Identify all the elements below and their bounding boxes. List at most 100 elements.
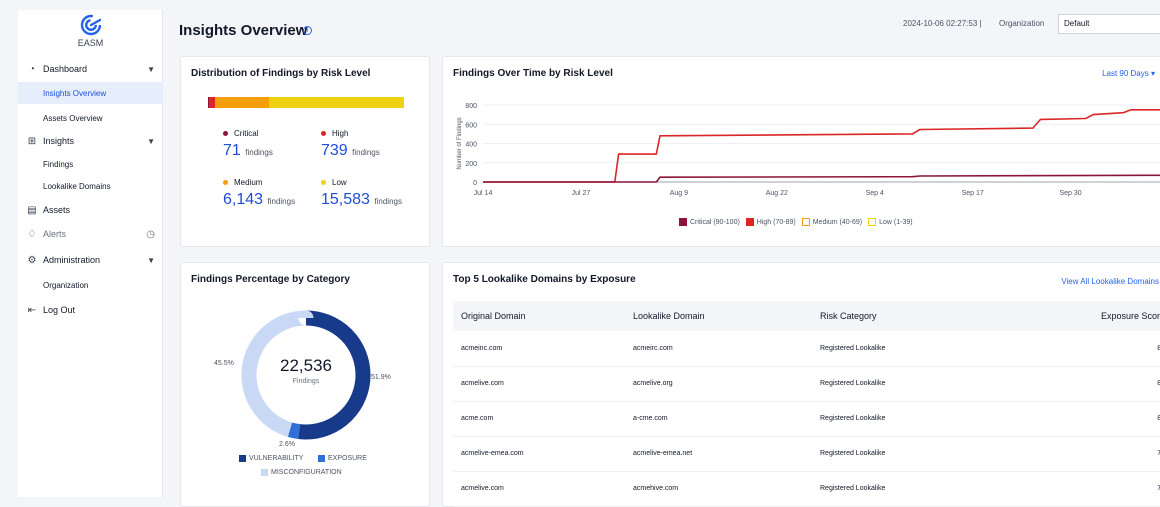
exposure-swatch (318, 455, 325, 462)
legend-medium[interactable]: Medium (40-69) (801, 218, 863, 226)
chevron-down-icon[interactable]: ▼ (147, 137, 155, 146)
exposure-score-cell: 79 (992, 436, 1160, 472)
nav-log-out[interactable]: ⇤ Log Out (18, 299, 163, 321)
sidebar: EASM ◔ Dashboard ▼ Insights Overview Ass… (18, 10, 163, 497)
chevron-down-icon[interactable]: ▼ (147, 65, 155, 74)
original-domain-cell: acmelive-emea.com (453, 436, 625, 472)
lookalike-domain-cell: acmelive-emea.net (625, 436, 812, 472)
medium-dot (223, 180, 228, 185)
low-label: Low (332, 178, 347, 187)
x-tick-label: Sep 17 (962, 190, 984, 197)
nav-alerts[interactable]: ♢ Alerts ◷ (18, 223, 163, 245)
legend-low[interactable]: Low (1-39) (868, 218, 913, 226)
legend-critical-swatch (679, 218, 687, 226)
critical-label: Critical (234, 129, 259, 138)
legend-medium-swatch (801, 218, 810, 226)
table-row[interactable]: acmelive-emea.com acmelive-emea.net Regi… (453, 436, 1160, 472)
legend-low-swatch (868, 218, 877, 226)
line-legend: Critical (90-100) High (70-89) Medium (4… (679, 218, 913, 226)
nav-insights[interactable]: ⊞ Insights ▼ (18, 130, 163, 152)
admin-icon: ⚙ (27, 254, 37, 266)
logo-text: EASM (77, 38, 104, 48)
risk-low: Low 15,583 findings (321, 178, 402, 209)
nav-insights-label: Insights (43, 136, 75, 146)
bell-icon: ♢ (27, 228, 37, 240)
risk-high: High 739 findings (321, 129, 380, 160)
col-risk-category[interactable]: Risk Category (812, 301, 992, 331)
over-time-card: Findings Over Time by Risk Level Last 90… (442, 56, 1160, 247)
medium-label: Medium (234, 178, 263, 187)
risk-category-cell: Registered Lookalike (812, 436, 992, 472)
legend-exposure[interactable]: EXPOSURE (318, 455, 367, 462)
y-tick-label: 400 (465, 142, 477, 149)
legend-vulnerability[interactable]: VULNERABILITY (239, 455, 303, 462)
y-tick-label: 200 (465, 161, 477, 168)
y-tick-label: 600 (465, 122, 477, 129)
nav-lookalike-domains[interactable]: Lookalike Domains (18, 175, 163, 197)
legend-exposure-label: EXPOSURE (328, 455, 367, 462)
page-title: Insights Overview (179, 22, 308, 39)
y-tick-label: 0 (473, 180, 477, 187)
x-tick-label: Sep 30 (1060, 190, 1082, 197)
critical-unit: findings (245, 148, 273, 157)
nav-administration[interactable]: ⚙ Administration ▼ (18, 249, 163, 271)
col-lookalike-domain[interactable]: Lookalike Domain (625, 301, 812, 331)
legend-critical[interactable]: Critical (90-100) (679, 218, 740, 226)
legend-medium-label: Medium (40-69) (812, 218, 863, 226)
range-dropdown[interactable]: Last 90 Days ▾ (1102, 69, 1155, 78)
legend-misconfiguration[interactable]: MISCONFIGURATION (261, 469, 342, 476)
nav-assets-overview[interactable]: Assets Overview (18, 107, 163, 129)
lookalike-domain-cell: acmehive.com (625, 471, 812, 507)
table-row[interactable]: acme.com a-cme.com Registered Lookalike … (453, 401, 1160, 437)
chevron-down-icon[interactable]: ▼ (147, 256, 155, 265)
series-line-critical[interactable] (483, 174, 1160, 183)
over-time-title: Findings Over Time by Risk Level (453, 68, 613, 79)
risk-stacked-bar (208, 97, 404, 108)
original-domain-cell: acmelive.com (453, 366, 625, 402)
x-tick-label: Jul 27 (572, 190, 591, 197)
x-tick-label: Sep 4 (866, 190, 884, 197)
pct-misconfiguration: 45.5% (214, 360, 234, 367)
series-line-high[interactable] (483, 109, 1160, 183)
y-tick-label: 800 (465, 103, 477, 110)
donut-total-label: Findings (292, 378, 320, 385)
legend-high[interactable]: High (70-89) (745, 218, 796, 226)
lookalike-domain-cell: acmelive.org (625, 366, 812, 402)
table-row[interactable]: acmelive.com acmehive.com Registered Loo… (453, 471, 1160, 507)
high-unit: findings (352, 148, 380, 157)
table-header-row: Original Domain Lookalike Domain Risk Ca… (453, 301, 1160, 331)
col-original-domain[interactable]: Original Domain (453, 301, 625, 331)
logout-icon: ⇤ (27, 304, 37, 316)
nav-dashboard-label: Dashboard (43, 64, 88, 74)
nav-insights-overview[interactable]: Insights Overview (18, 82, 163, 104)
nav-assets[interactable]: ▤ Assets (18, 199, 163, 221)
view-all-lookalike-link[interactable]: View All Lookalike Domains (1061, 277, 1159, 286)
high-dot (321, 131, 326, 136)
exposure-score-cell: 77 (992, 471, 1160, 507)
nav-dashboard[interactable]: ◔ Dashboard ▼ (18, 58, 163, 80)
exposure-score-cell: 80 (992, 366, 1160, 402)
easm-logo[interactable]: EASM (18, 14, 163, 48)
low-count: 15,583 (321, 191, 370, 208)
y-axis-label: Number of Findings (457, 117, 463, 169)
table-row[interactable]: acmelive.com acmelive.org Registered Loo… (453, 366, 1160, 402)
risk-category-cell: Registered Lookalike (812, 471, 992, 507)
nav-organization[interactable]: Organization (18, 274, 163, 296)
lookalike-card: Top 5 Lookalike Domains by Exposure View… (442, 262, 1160, 507)
logo-icon (80, 14, 101, 36)
lookalike-domain-cell: a-cme.com (625, 401, 812, 437)
risk-category-cell: Registered Lookalike (812, 366, 992, 402)
high-count: 739 (321, 142, 348, 159)
organization-label: Organization (999, 19, 1045, 28)
x-tick-label: Aug 9 (670, 190, 688, 197)
nav-alerts-label: Alerts (43, 229, 67, 239)
critical-dot (223, 131, 228, 136)
col-exposure-score[interactable]: Exposure Score (992, 301, 1160, 331)
clock-icon: ◷ (146, 228, 155, 240)
info-icon[interactable]: i (303, 26, 312, 35)
legend-critical-label: Critical (90-100) (690, 218, 740, 226)
risk-bar-medium (215, 97, 269, 108)
table-row[interactable]: acmeinc.com acmeirc.com Registered Looka… (453, 331, 1160, 367)
nav-findings[interactable]: Findings (18, 153, 163, 175)
organization-select[interactable]: Default (1058, 14, 1160, 34)
